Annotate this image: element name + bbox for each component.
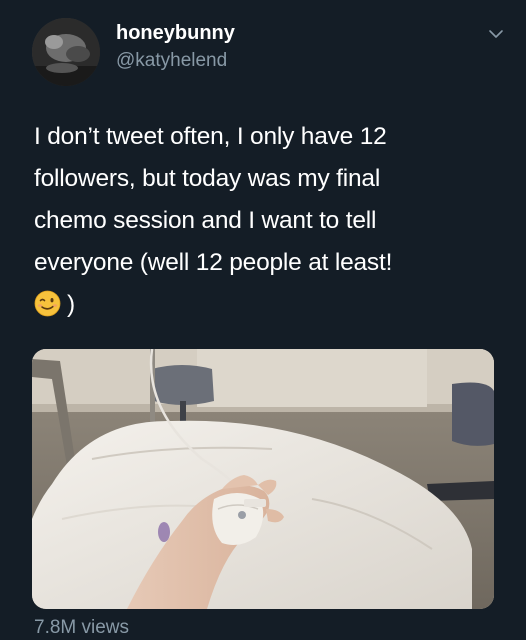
tweet-text-line: I don’t tweet often, I only have 12: [34, 123, 387, 150]
tweet-text-suffix: ): [67, 291, 75, 318]
tweet-body: I don’t tweet often, I only have 12 foll…: [34, 116, 504, 326]
hospital-photo-image: [32, 349, 494, 609]
user-handle[interactable]: @katyhelend: [116, 50, 227, 72]
user-avatar[interactable]: [32, 18, 100, 86]
avatar-image: [32, 18, 100, 86]
view-count: 7.8M views: [34, 617, 130, 638]
chevron-down-icon[interactable]: [488, 26, 504, 42]
tweet-text-line: followers, but today was my final: [34, 165, 381, 192]
tweet-photo[interactable]: [32, 349, 494, 609]
tweet-text-line: chemo session and I want to tell: [34, 207, 377, 234]
display-name[interactable]: honeybunny: [116, 22, 235, 45]
winking-face-emoji-icon: [34, 290, 61, 317]
tweet-card: honeybunny @katyhelend I don’t tweet oft…: [0, 0, 526, 640]
tweet-text-line: everyone (well 12 people at least!: [34, 249, 393, 276]
tweet-text-last-line: ): [34, 284, 504, 326]
